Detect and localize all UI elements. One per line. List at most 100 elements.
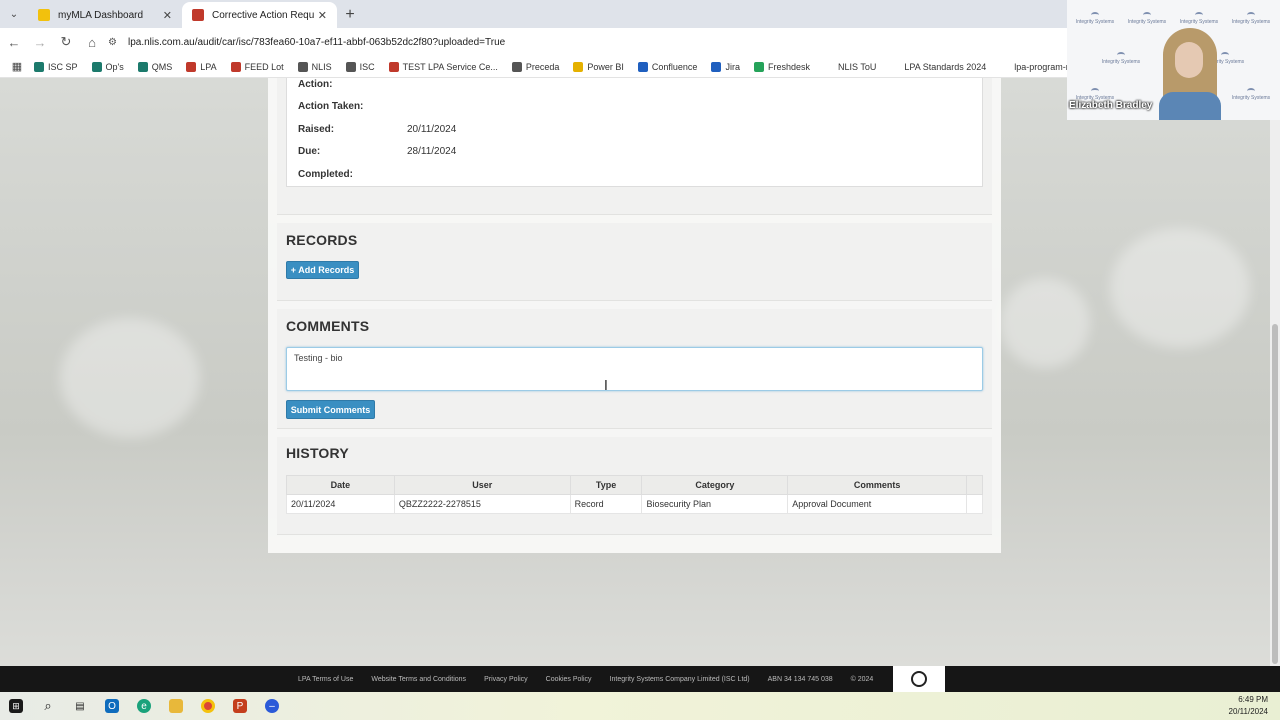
footer-link-privacy[interactable]: Privacy Policy [484,676,528,683]
footer-copyright: © 2024 [850,675,874,683]
close-tab-icon[interactable]: ✕ [318,9,327,22]
bookmark-favicon-icon [345,61,356,72]
tab-title: Corrective Action Request - LPA [212,9,314,21]
reload-icon[interactable]: ↻ [54,30,78,54]
bookmark-label: QMS [151,61,173,72]
column-header-comments[interactable]: Comments [787,475,967,495]
background-sheep-image [1110,228,1250,348]
new-tab-icon[interactable]: + [337,2,363,28]
bookmark-label: TEST LPA Service Ce... [402,61,498,72]
bookmark-label: Preceda [525,61,560,72]
search-icon[interactable]: ⌕ [32,692,64,720]
bookmark-favicon-icon [34,61,44,72]
tab-search-icon[interactable]: ⌄ [0,0,28,28]
bookmark-label: ISC SP [48,61,78,72]
site-info-icon[interactable]: ⚙ [108,37,122,48]
watermark-logo: Integrity Systems [1231,12,1271,25]
participant-video [1155,28,1225,120]
bookmark-item[interactable]: ISC [345,61,375,72]
bookmark-item[interactable]: Preceda [511,61,560,72]
bookmark-item[interactable]: Jira [711,61,740,72]
bookmark-item[interactable]: LPA [186,61,217,72]
detail-label: Raised: [298,124,335,135]
page-scrollbar[interactable] [1270,78,1280,666]
bookmark-item[interactable]: QMS [137,61,173,72]
watermark-logo: Integrity Systems [1179,12,1219,25]
page-viewport: Action: Action Taken: Raised: 20/11/2024… [0,78,1280,666]
footer-abn: ABN 34 134 745 038 [767,675,833,683]
outlook-icon[interactable]: O [96,692,128,720]
history-table: Date User Type Category Comments 20/11/2… [286,475,984,514]
submit-comments-button[interactable]: Submit Comments [286,400,375,419]
file-explorer-icon[interactable] [160,692,192,720]
car-panel: Action: Action Taken: Raised: 20/11/2024… [268,78,1001,553]
chrome-icon[interactable] [192,692,224,720]
text-cursor-icon: I [604,379,608,394]
cell-date: 20/11/2024 [286,494,395,514]
close-tab-icon[interactable]: ✕ [163,9,172,22]
home-icon[interactable]: ⌂ [80,30,104,54]
scrollbar-thumb[interactable] [1272,324,1278,664]
detail-row-action: Action: [298,79,407,90]
background-sheep-image [1000,278,1090,368]
bookmark-item[interactable]: NLIS [297,61,332,72]
edge-icon[interactable]: e [128,692,160,720]
tab-mymla-dashboard[interactable]: myMLA Dashboard ✕ [28,2,182,28]
bookmark-label: LPA [200,61,217,72]
detail-row-due: Due: 28/11/2024 [298,146,456,157]
tab-corrective-action-request[interactable]: Corrective Action Request - LPA ✕ [182,2,337,28]
bookmark-label: Freshdesk [767,61,810,72]
bookmark-favicon-icon [388,61,399,72]
bookmark-item[interactable]: TEST LPA Service Ce... [388,61,498,72]
add-records-button[interactable]: + Add Records [286,261,359,279]
bookmark-favicon-icon [637,61,648,72]
detail-row-completed: Completed: [298,169,407,180]
bookmark-item[interactable]: ISC SP [34,61,78,72]
powerpoint-icon[interactable]: P [224,692,256,720]
video-call-tile[interactable]: Integrity Systems Integrity Systems Inte… [1067,0,1280,120]
forward-arrow-icon[interactable]: → [28,30,52,54]
bookmark-item[interactable]: LPA Standards 2024 [890,61,986,72]
url-text: lpa.nlis.com.au/audit/car/isc/783fea60-1… [128,36,506,48]
footer-logo [893,666,946,692]
background-sheep-image [60,318,200,438]
apps-grid-icon[interactable]: ▦ [0,60,34,73]
bookmark-item[interactable]: FEED Lot [230,61,284,72]
footer-link-lpa-terms[interactable]: LPA Terms of Use [298,676,353,683]
footer-company: Integrity Systems Company Limited (ISC L… [609,675,750,683]
footer-link-website-terms[interactable]: Website Terms and Conditions [371,676,466,683]
column-header-user[interactable]: User [393,475,571,495]
bookmark-item[interactable]: NLIS ToU [824,61,876,72]
task-view-icon[interactable]: ▤ [64,692,96,720]
back-arrow-icon[interactable]: ← [2,30,26,54]
lpa-favicon-icon [192,9,204,21]
bookmark-item[interactable]: Power BI [573,61,624,72]
comments-textarea[interactable]: Testing - bio [286,347,983,391]
mymla-favicon-icon [38,9,50,21]
bookmark-favicon-icon [186,61,197,72]
watermark-logo: Integrity Systems [1101,52,1141,65]
column-header-type[interactable]: Type [569,475,643,495]
column-header-category[interactable]: Category [641,475,789,495]
car-details-box: Action: Action Taken: Raised: 20/11/2024… [286,78,983,187]
windows-start-icon[interactable]: ⊞ [0,692,32,720]
bookmark-item[interactable]: Freshdesk [753,61,810,72]
bookmark-favicon-icon [753,61,764,72]
watermark-logo: Integrity Systems [1231,88,1271,101]
teams-call-icon[interactable]: – [256,692,288,720]
bookmark-item[interactable]: Confluence [637,61,698,72]
bookmark-favicon-icon [91,61,102,72]
comments-heading: COMMENTS [286,318,370,334]
system-clock[interactable]: 6:49 PM 20/11/2024 [1229,694,1268,718]
logo-emblem-icon [911,671,928,687]
bookmark-label: ISC [359,61,375,72]
bookmark-favicon-icon [511,61,522,72]
footer-link-cookies[interactable]: Cookies Policy [546,676,592,683]
column-header-date[interactable]: Date [286,475,395,495]
bookmark-favicon-icon [573,61,584,72]
detail-value: 28/11/2024 [407,146,457,157]
bookmark-label: NLIS [311,61,332,72]
bookmark-label: Confluence [651,61,698,72]
bookmark-item[interactable]: Op's [91,61,124,72]
cell-category: Biosecurity Plan [641,494,789,514]
